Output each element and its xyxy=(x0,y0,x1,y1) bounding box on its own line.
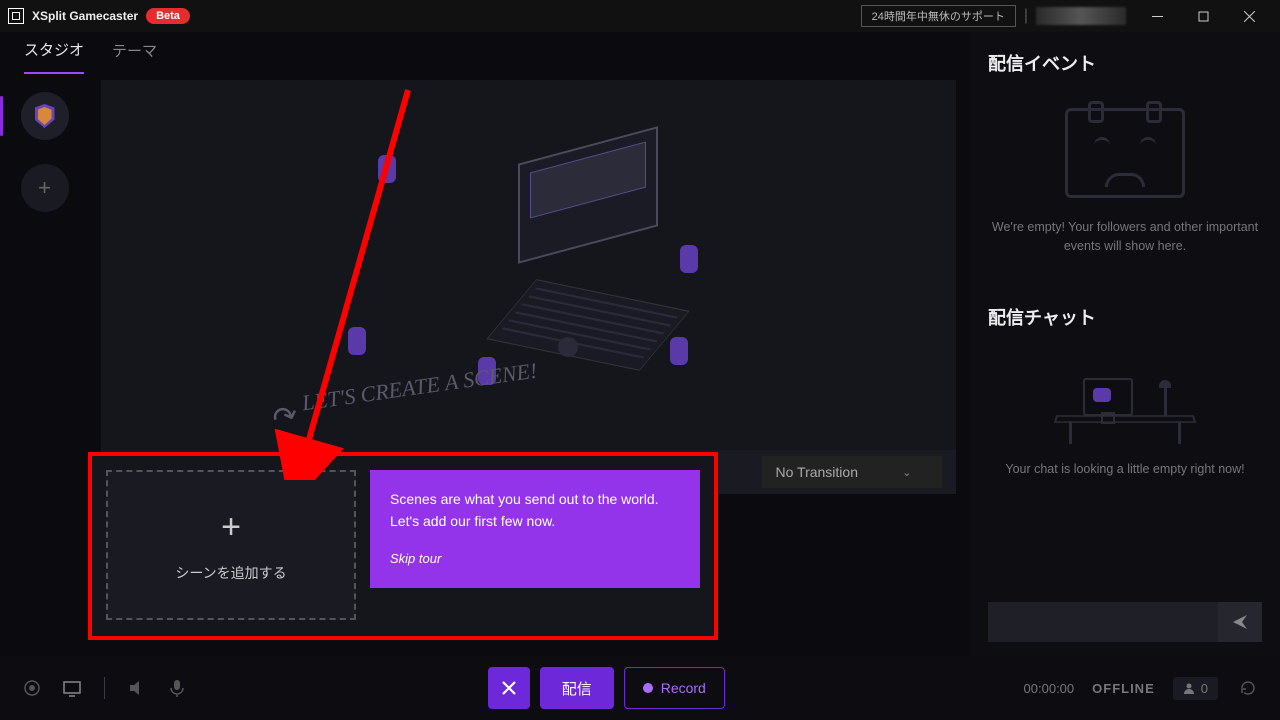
events-empty-text: We're empty! Your followers and other im… xyxy=(988,218,1262,256)
scene-thumb-1[interactable] xyxy=(21,92,69,140)
minimize-button[interactable] xyxy=(1134,0,1180,32)
stop-stream-button[interactable] xyxy=(488,667,530,709)
viewer-count: 0 xyxy=(1173,677,1218,700)
tooltip-line1: Scenes are what you send out to the worl… xyxy=(390,488,680,510)
chat-title: 配信チャット xyxy=(988,304,1262,330)
bottom-right: 00:00:00 OFFLINE 0 xyxy=(1024,676,1260,700)
preview-area[interactable]: LET'S CREATE A SCENE! ↶ xyxy=(101,80,956,450)
close-window-button[interactable] xyxy=(1226,0,1272,32)
bottom-left xyxy=(20,676,189,700)
speaker-icon[interactable] xyxy=(125,676,149,700)
tabs: スタジオ テーマ xyxy=(0,32,157,80)
chat-empty-text: Your chat is looking a little empty righ… xyxy=(988,460,1262,479)
record-dot-icon xyxy=(643,683,653,693)
beta-badge: Beta xyxy=(146,8,190,24)
refresh-icon[interactable] xyxy=(1236,676,1260,700)
curve-arrow-icon: ↶ xyxy=(267,397,303,438)
support-button[interactable]: 24時間年中無休のサポート xyxy=(861,5,1016,27)
chat-send-button[interactable] xyxy=(1218,602,1262,642)
send-icon xyxy=(1232,614,1248,630)
skip-tour-link[interactable]: Skip tour xyxy=(390,549,680,570)
title-bar: XSplit Gamecaster Beta 24時間年中無休のサポート | xyxy=(0,0,1280,32)
record-button[interactable]: Record xyxy=(624,667,725,709)
tour-tooltip: Scenes are what you send out to the worl… xyxy=(370,470,700,588)
app-logo-icon xyxy=(8,8,24,24)
maximize-button[interactable] xyxy=(1180,0,1226,32)
scene-rail: + xyxy=(0,32,86,656)
chat-input[interactable] xyxy=(988,602,1218,642)
transition-select[interactable]: No Transition xyxy=(762,456,942,488)
events-title: 配信イベント xyxy=(988,50,1262,76)
webcam-icon[interactable] xyxy=(20,676,44,700)
screen-icon[interactable] xyxy=(60,676,84,700)
x-icon xyxy=(502,681,516,695)
chevron-down-icon: ⌄ xyxy=(902,466,911,479)
window-controls xyxy=(1134,0,1272,32)
calendar-sad-icon xyxy=(1065,108,1185,198)
stream-button[interactable]: 配信 xyxy=(540,667,614,709)
tour-highlight: + シーンを追加する Scenes are what you send out … xyxy=(88,452,718,640)
tooltip-line2: Let's add our first few now. xyxy=(390,510,680,532)
tab-studio[interactable]: スタジオ xyxy=(24,39,84,74)
shield-icon xyxy=(35,104,55,128)
bottom-center: 配信 Record xyxy=(488,667,725,709)
events-empty: We're empty! Your followers and other im… xyxy=(988,90,1262,286)
titlebar-left: XSplit Gamecaster Beta xyxy=(8,8,190,24)
app-name: XSplit Gamecaster xyxy=(32,9,138,23)
add-scene-tile[interactable]: + シーンを追加する xyxy=(106,470,356,620)
tab-theme[interactable]: テーマ xyxy=(112,40,157,73)
timer: 00:00:00 xyxy=(1024,681,1075,696)
status-label: OFFLINE xyxy=(1092,681,1155,696)
add-scene-label: シーンを追加する xyxy=(175,563,286,583)
plus-icon: + xyxy=(221,508,241,547)
chat-empty: Your chat is looking a little empty righ… xyxy=(988,344,1262,495)
right-panel: 配信イベント We're empty! Your followers and o… xyxy=(970,32,1280,656)
user-avatar[interactable] xyxy=(1036,7,1126,25)
empty-illustration xyxy=(338,135,718,395)
chat-input-row xyxy=(988,602,1262,656)
add-scene-rail-button[interactable]: + xyxy=(21,164,69,212)
person-icon xyxy=(1183,682,1195,694)
desk-icon xyxy=(1055,354,1195,444)
titlebar-right: 24時間年中無休のサポート | xyxy=(861,0,1272,32)
bottom-bar: 配信 Record 00:00:00 OFFLINE 0 xyxy=(0,656,1280,720)
mic-icon[interactable] xyxy=(165,676,189,700)
viewer-number: 0 xyxy=(1201,681,1208,696)
chat-section: 配信チャット Your chat is looking a little emp… xyxy=(988,304,1262,495)
